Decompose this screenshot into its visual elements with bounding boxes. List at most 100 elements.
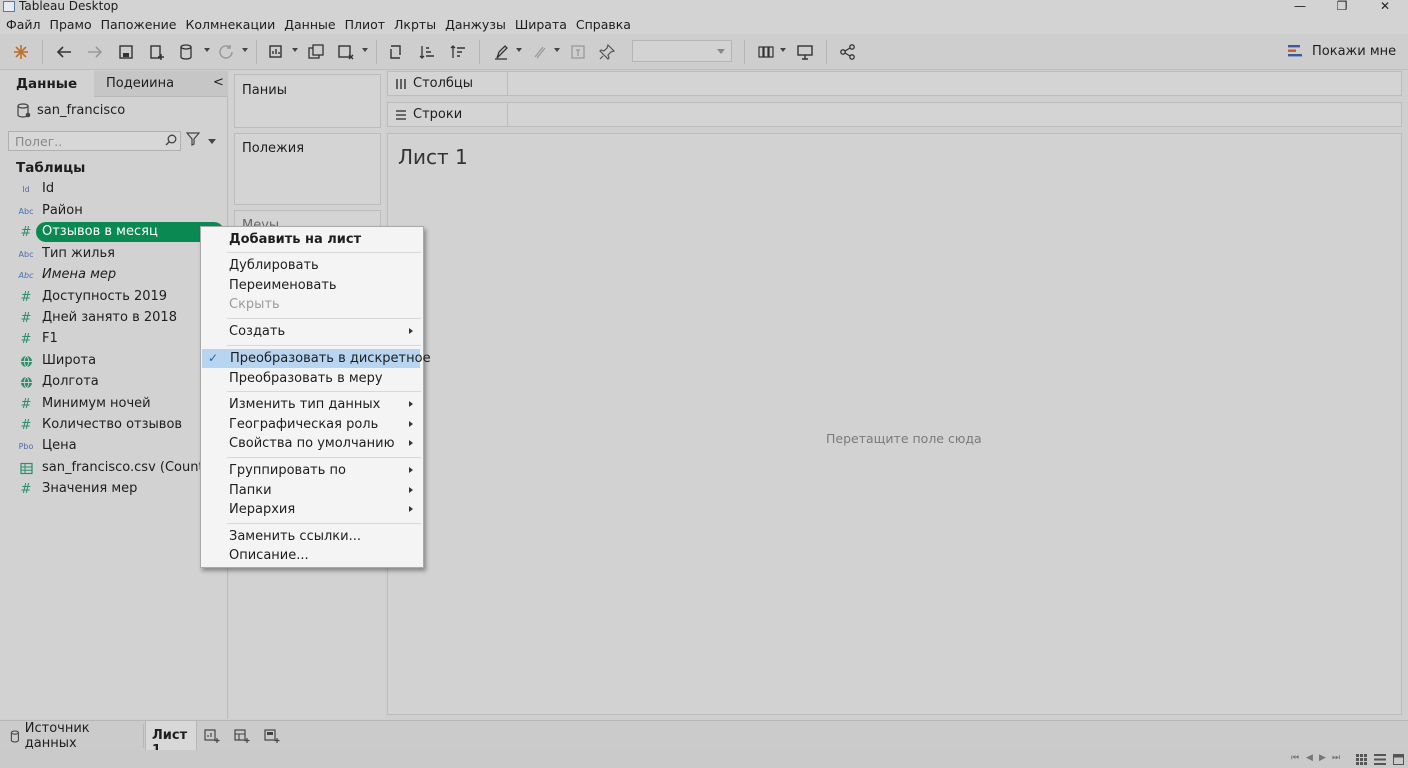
menu-item-convert-to-measure[interactable]: Преобразовать в меру: [201, 369, 423, 388]
show-sheet-sorter-icon[interactable]: [1374, 754, 1386, 768]
new-worksheet-icon[interactable]: [266, 41, 288, 63]
menu-item-describe[interactable]: Описание...: [201, 546, 423, 565]
menu-worksheet[interactable]: Плиот: [345, 17, 385, 32]
field-item-district[interactable]: Район: [36, 201, 224, 221]
highlight-fields-dropdown[interactable]: [632, 40, 732, 62]
menu-item-create[interactable]: Создать: [201, 322, 423, 341]
field-item-reviews-per-month[interactable]: Отзывов в месяц: [36, 222, 224, 242]
menu-item-group-by[interactable]: Группировать по: [201, 461, 423, 480]
last-sheet-icon[interactable]: ⏭: [1332, 753, 1340, 763]
menu-item-duplicate[interactable]: Дублировать: [201, 256, 423, 275]
fit-view-icon[interactable]: [755, 41, 777, 63]
menu-item-hierarchy[interactable]: Иерархия: [201, 500, 423, 519]
rows-shelf[interactable]: Строки: [387, 102, 1402, 127]
collapse-pane-icon[interactable]: <: [213, 75, 224, 90]
new-worksheet-icon[interactable]: [204, 728, 224, 744]
field-item-number-of-reviews[interactable]: Количество отзывов: [36, 415, 224, 435]
pause-updates-icon[interactable]: [176, 41, 198, 63]
group-members-dropdown-icon[interactable]: [554, 48, 560, 52]
menu-edit[interactable]: Прамо: [50, 17, 92, 32]
view-options-dropdown-icon[interactable]: [208, 139, 216, 144]
menu-maps[interactable]: Лкрты: [394, 17, 436, 32]
field-item-days-occupied-2018[interactable]: Дней занято в 2018: [36, 308, 224, 328]
pages-shelf[interactable]: Паниы: [234, 74, 381, 128]
new-worksheet-dropdown-icon[interactable]: [292, 48, 298, 52]
show-mark-labels-icon[interactable]: [567, 41, 589, 63]
refresh-dropdown-icon[interactable]: [242, 48, 248, 52]
redo-icon[interactable]: [84, 41, 106, 63]
tab-sheet-1[interactable]: Лист 1: [145, 721, 197, 758]
clear-sheet-icon[interactable]: [335, 41, 357, 63]
presentation-mode-icon[interactable]: [794, 41, 816, 63]
share-icon[interactable]: [837, 41, 859, 63]
tab-data[interactable]: Данные: [0, 71, 94, 97]
menu-format[interactable]: Ширата: [515, 17, 567, 32]
close-button[interactable]: ✕: [1371, 0, 1399, 14]
worksheet-view[interactable]: Лист 1 Перетащите поле сюда: [387, 133, 1402, 715]
field-item-measure-values[interactable]: Значения мер: [36, 479, 224, 499]
field-item-minimum-nights[interactable]: Минимум ночей: [36, 394, 224, 414]
menu-file[interactable]: Файл: [6, 17, 41, 32]
menu-item-add-to-sheet[interactable]: Добавить на лист: [201, 230, 423, 249]
number-type-icon: #: [20, 310, 32, 326]
field-item-room-type[interactable]: Тип жилья: [36, 244, 224, 264]
save-icon[interactable]: [115, 41, 137, 63]
menu-dashboards[interactable]: Данжузы: [445, 17, 506, 32]
field-item-price[interactable]: Цена: [36, 436, 224, 456]
field-item-latitude[interactable]: Широта: [36, 351, 224, 371]
field-item-f1[interactable]: F1: [36, 329, 224, 349]
refresh-icon[interactable]: [215, 41, 237, 63]
previous-sheet-icon[interactable]: ◀: [1306, 753, 1313, 763]
undo-icon[interactable]: [53, 41, 75, 63]
group-members-icon[interactable]: [528, 41, 550, 63]
duplicate-sheet-icon[interactable]: [305, 41, 327, 63]
first-sheet-icon[interactable]: ⏮: [1291, 753, 1299, 763]
restore-button[interactable]: ❐: [1328, 0, 1356, 14]
swap-rows-columns-icon[interactable]: [386, 41, 408, 63]
new-data-source-icon[interactable]: [146, 41, 168, 63]
columns-shelf[interactable]: Столбцы: [387, 71, 1402, 96]
menu-help[interactable]: Справка: [576, 17, 631, 32]
show-me-button[interactable]: Покажи мне: [1288, 41, 1396, 61]
menu-item-convert-to-discrete[interactable]: ✓ Преобразовать в дискретное: [202, 349, 431, 368]
sheet-title[interactable]: Лист 1: [398, 145, 468, 169]
search-icon[interactable]: [165, 134, 177, 150]
status-bar: ⏮ ◀ ▶ ⏭: [0, 750, 1408, 768]
menu-item-rename[interactable]: Переименовать: [201, 276, 423, 295]
filter-icon[interactable]: [185, 132, 201, 150]
menu-view[interactable]: Папожение: [101, 17, 177, 32]
field-item-measure-names[interactable]: Имена мер: [36, 265, 224, 285]
menu-item-folders[interactable]: Папки: [201, 481, 423, 500]
menu-item-replace-references[interactable]: Заменить ссылки...: [201, 527, 423, 546]
filters-shelf[interactable]: Полежия: [234, 133, 381, 205]
field-item-id[interactable]: Id: [36, 179, 224, 199]
tableau-logo-icon[interactable]: [10, 41, 32, 63]
new-dashboard-icon[interactable]: [234, 728, 254, 744]
field-item-availability-2019[interactable]: Доступность 2019: [36, 287, 224, 307]
show-filmstrip-icon[interactable]: [1356, 754, 1367, 768]
clear-sheet-dropdown-icon[interactable]: [362, 48, 368, 52]
menu-data[interactable]: Данные: [284, 17, 335, 32]
database-icon: [10, 729, 19, 743]
highlight-icon[interactable]: [490, 41, 512, 63]
fit-view-dropdown-icon[interactable]: [780, 48, 786, 52]
field-item-longitude[interactable]: Долгота: [36, 372, 224, 392]
menu-item-change-data-type[interactable]: Изменить тип данных: [201, 395, 423, 414]
tab-data-source[interactable]: Источник данных: [2, 721, 144, 751]
pause-updates-dropdown-icon[interactable]: [204, 48, 210, 52]
field-item-record-count[interactable]: san_francisco.csv (Count): [36, 458, 224, 478]
menu-communications[interactable]: Колмнекации: [185, 17, 275, 32]
minimize-button[interactable]: —: [1286, 0, 1314, 14]
sort-ascending-icon[interactable]: [416, 41, 438, 63]
field-search-input[interactable]: Полег..: [8, 131, 181, 151]
menu-item-default-properties[interactable]: Свойства по умолчанию: [201, 434, 423, 453]
tab-analytics[interactable]: Подеиина: [94, 71, 228, 97]
new-story-icon[interactable]: [264, 728, 284, 744]
highlight-dropdown-icon[interactable]: [516, 48, 522, 52]
fix-axes-pin-icon[interactable]: [596, 41, 618, 63]
datasource-item[interactable]: san_francisco: [17, 101, 125, 119]
next-sheet-icon[interactable]: ▶: [1319, 753, 1326, 763]
show-tabs-icon[interactable]: [1393, 754, 1404, 768]
menu-item-geographic-role[interactable]: Географическая роль: [201, 415, 423, 434]
sort-descending-icon[interactable]: [447, 41, 469, 63]
